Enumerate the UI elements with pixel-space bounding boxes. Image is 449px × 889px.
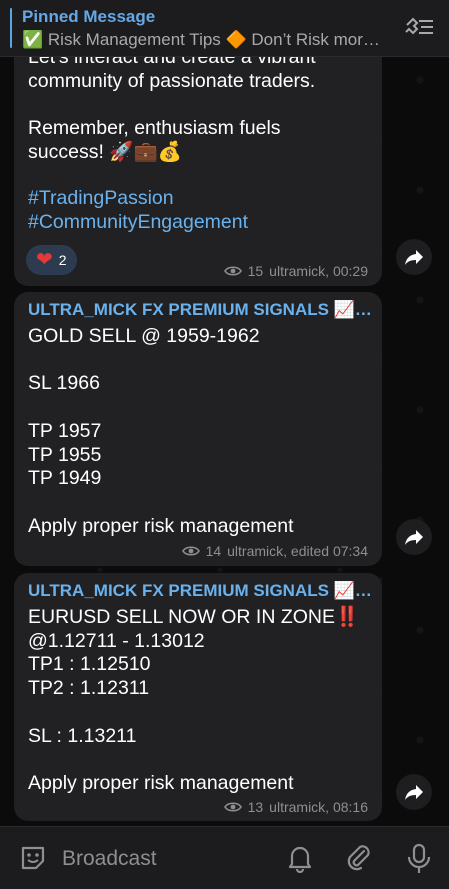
- author-time: ultramick, 08:16: [269, 799, 368, 815]
- sticker-icon[interactable]: [18, 843, 48, 873]
- message-meta: 15 ultramick, 00:29: [223, 263, 368, 279]
- author-time: ultramick, 00:29: [269, 263, 368, 279]
- message-bubble[interactable]: ULTRA_MICK FX PREMIUM SIGNALS 📈📉… EURUSD…: [14, 573, 382, 821]
- share-button[interactable]: [396, 519, 432, 555]
- pin-list-icon[interactable]: [403, 15, 435, 39]
- view-count: 15: [247, 263, 264, 279]
- share-arrow-icon: [405, 530, 423, 545]
- message-bubble[interactable]: Let's interact and create a vibrant comm…: [14, 20, 382, 286]
- message-meta: 14 ultramick, edited 07:34: [181, 543, 368, 559]
- author-time: ultramick, edited 07:34: [227, 543, 368, 559]
- message-meta: 13 ultramick, 08:16: [223, 799, 368, 815]
- share-arrow-icon: [405, 250, 423, 265]
- pinned-message-bar[interactable]: Pinned Message ✅ Risk Management Tips 🔶 …: [0, 0, 449, 57]
- attachment-icon[interactable]: [344, 843, 374, 873]
- eye-icon: [181, 546, 200, 556]
- composer-bar: Broadcast: [0, 826, 449, 889]
- view-count: 13: [247, 799, 264, 815]
- eye-icon: [223, 266, 242, 276]
- message-text: Let's interact and create a vibrant comm…: [28, 46, 316, 163]
- eye-icon: [223, 802, 242, 812]
- bell-icon[interactable]: [286, 843, 314, 873]
- heart-icon: ❤: [36, 249, 53, 271]
- pinned-preview: ✅ Risk Management Tips 🔶 Don’t Risk mor…: [22, 30, 380, 49]
- view-count: 14: [205, 543, 222, 559]
- pinned-title: Pinned Message: [22, 7, 156, 26]
- message-text: EURUSD SELL NOW OR IN ZONE‼️ @1.12711 - …: [28, 606, 360, 794]
- hashtag-link[interactable]: #TradingPassion: [28, 187, 174, 211]
- pinned-indicator: [10, 8, 12, 48]
- sender-name[interactable]: ULTRA_MICK FX PREMIUM SIGNALS 📈📉…: [28, 581, 373, 601]
- message-text: GOLD SELL @ 1959-1962 SL 1966 TP 1957 TP…: [28, 325, 294, 537]
- reaction-count: 2: [58, 252, 67, 268]
- share-button[interactable]: [396, 774, 432, 810]
- microphone-icon[interactable]: [406, 843, 432, 875]
- reaction-chip[interactable]: ❤ 2: [26, 245, 77, 275]
- share-arrow-icon: [405, 785, 423, 800]
- broadcast-input[interactable]: Broadcast: [62, 847, 157, 871]
- share-button[interactable]: [396, 239, 432, 275]
- message-bubble[interactable]: ULTRA_MICK FX PREMIUM SIGNALS 📈📉… GOLD S…: [14, 292, 382, 566]
- hashtag-link[interactable]: #CommunityEngagement: [28, 211, 248, 235]
- sender-name[interactable]: ULTRA_MICK FX PREMIUM SIGNALS 📈📉…: [28, 300, 373, 320]
